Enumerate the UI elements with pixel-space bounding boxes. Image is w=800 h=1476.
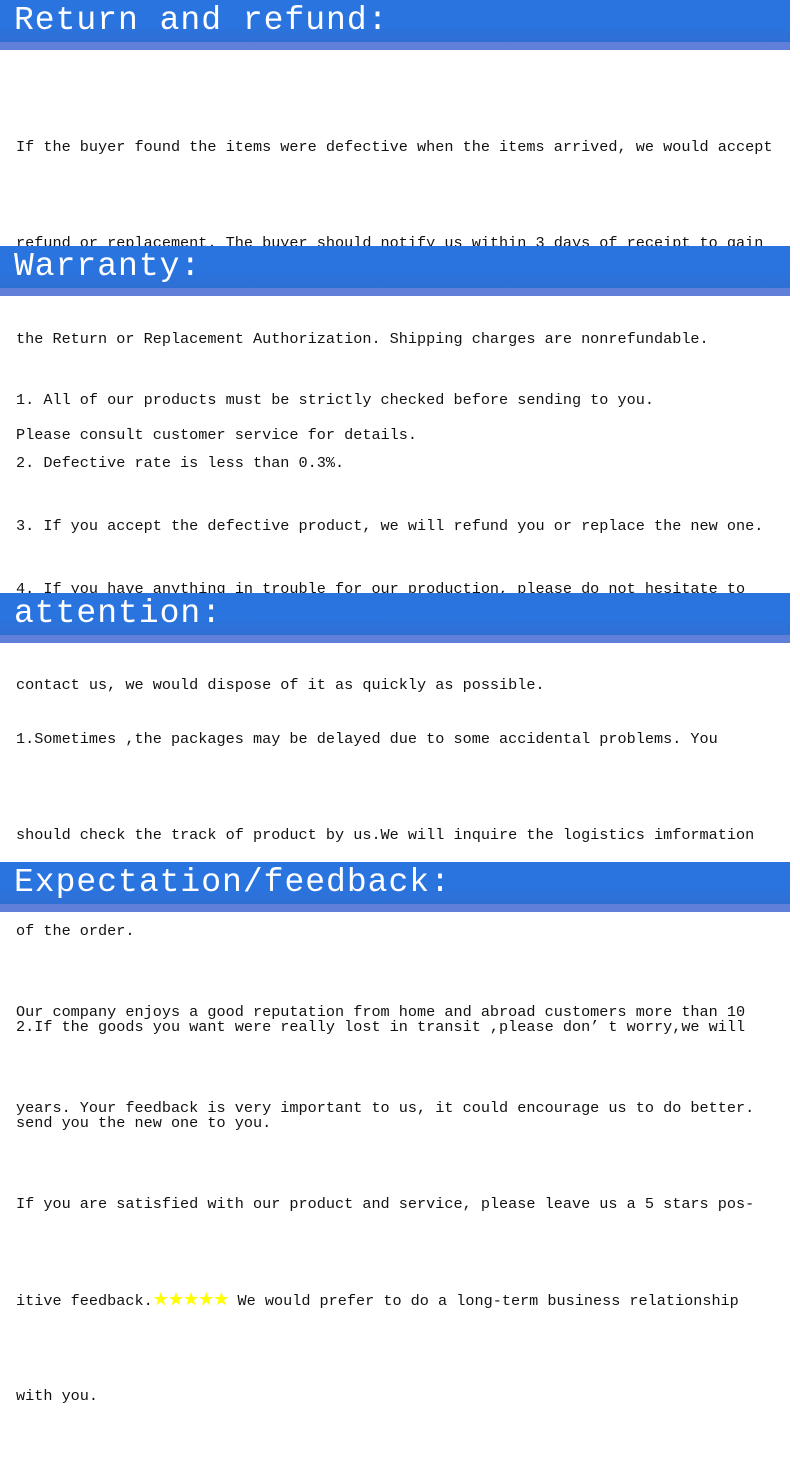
section-header-warranty: Warranty:	[0, 246, 790, 296]
body-line-with-rating: itive feedback.★★★★★ We would prefer to …	[16, 1284, 800, 1316]
five-star-rating-icon: ★★★★★	[152, 1289, 230, 1310]
banner-strip	[0, 904, 790, 912]
body-line: years. Your feedback is very important t…	[16, 1099, 755, 1117]
section-title-warranty: Warranty:	[14, 248, 202, 285]
section-title-attention: attention:	[14, 595, 223, 632]
star-line-prefix: itive feedback.	[16, 1292, 153, 1310]
banner-strip	[0, 42, 790, 50]
section-body-expectation-feedback: Our company enjoys a good reputation fro…	[16, 932, 800, 1476]
body-line: should check the track of product by us.…	[16, 826, 755, 844]
body-line: Our company enjoys a good reputation fro…	[16, 1003, 746, 1021]
product-policy-page: Return and refund: If the buyer found th…	[0, 0, 800, 1405]
section-header-expectation-feedback: Expectation/feedback:	[0, 862, 790, 912]
body-line: with you.	[16, 1387, 99, 1405]
body-line: If the buyer found the items were defect…	[16, 138, 773, 156]
section-title-expectation-feedback: Expectation/feedback:	[14, 864, 451, 901]
banner-strip	[0, 635, 790, 643]
body-line: 1.Sometimes ,the packages may be delayed…	[16, 730, 718, 748]
section-header-return-and-refund: Return and refund:	[0, 0, 790, 50]
body-line: If you are satisfied with our product an…	[16, 1195, 755, 1213]
star-line-suffix: We would prefer to do a long-term busine…	[228, 1292, 739, 1310]
section-title-return-and-refund: Return and refund:	[14, 2, 389, 39]
banner-strip	[0, 288, 790, 296]
section-header-attention: attention:	[0, 593, 790, 643]
